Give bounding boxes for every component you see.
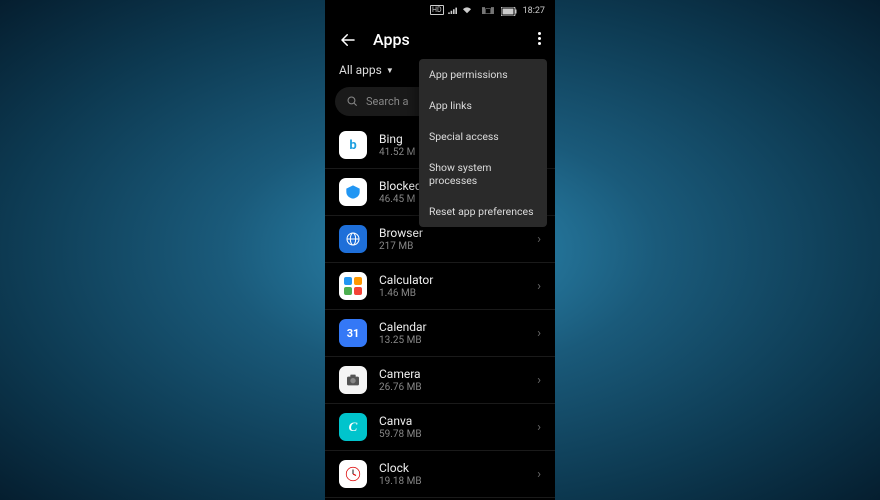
app-icon-canva: C [339, 413, 367, 441]
app-size: 26.76 MB [379, 382, 537, 393]
app-icon-camera [339, 366, 367, 394]
app-icon-calculator [339, 272, 367, 300]
signal-icon [448, 6, 458, 14]
overflow-menu: App permissions App links Special access… [419, 59, 547, 227]
phone-screen: HD ⫴□⫴ 18:27 Apps All apps ▼ Search a b … [325, 0, 555, 500]
back-button[interactable] [339, 31, 357, 49]
vibrate-icon: ⫴□⫴ [482, 6, 495, 17]
menu-app-permissions[interactable]: App permissions [419, 59, 547, 90]
menu-special-access[interactable]: Special access [419, 121, 547, 152]
menu-show-system-processes[interactable]: Show system processes [419, 152, 547, 196]
app-icon-blocked [339, 178, 367, 206]
app-name: Camera [379, 367, 537, 381]
app-size: 59.78 MB [379, 429, 537, 440]
chevron-right-icon: › [537, 420, 541, 435]
chevron-right-icon: › [537, 279, 541, 294]
app-header: Apps [325, 22, 555, 57]
app-row-calculator[interactable]: Calculator 1.46 MB › [325, 263, 555, 310]
app-name: Clock [379, 461, 537, 475]
battery-icon [501, 7, 517, 16]
app-icon-browser [339, 225, 367, 253]
app-row-calendar[interactable]: 31 Calendar 13.25 MB › [325, 310, 555, 357]
app-row-camera[interactable]: Camera 26.76 MB › [325, 357, 555, 404]
app-name: Browser [379, 226, 537, 240]
more-menu-button[interactable] [538, 32, 541, 45]
chevron-right-icon: › [537, 467, 541, 482]
app-icon-bing: b [339, 131, 367, 159]
app-size: 19.18 MB [379, 476, 537, 487]
app-name: Canva [379, 414, 537, 428]
app-row-canva[interactable]: C Canva 59.78 MB › [325, 404, 555, 451]
clock-time: 18:27 [523, 6, 545, 16]
menu-reset-app-preferences[interactable]: Reset app preferences [419, 196, 547, 227]
page-title: Apps [373, 30, 410, 49]
search-icon [347, 96, 358, 107]
search-placeholder: Search a [366, 95, 409, 108]
wifi-icon [462, 6, 472, 14]
chevron-right-icon: › [537, 232, 541, 247]
app-row-clock[interactable]: Clock 19.18 MB › [325, 451, 555, 498]
app-size: 1.46 MB [379, 288, 537, 299]
app-icon-calendar: 31 [339, 319, 367, 347]
filter-label: All apps [339, 63, 382, 77]
caret-down-icon: ▼ [386, 66, 394, 75]
app-icon-clock [339, 460, 367, 488]
hd-icon: HD [430, 5, 444, 15]
status-bar: HD ⫴□⫴ 18:27 [325, 0, 555, 22]
app-size: 13.25 MB [379, 335, 537, 346]
app-size: 217 MB [379, 241, 537, 252]
menu-app-links[interactable]: App links [419, 90, 547, 121]
chevron-right-icon: › [537, 373, 541, 388]
chevron-right-icon: › [537, 326, 541, 341]
app-name: Calculator [379, 273, 537, 287]
app-name: Calendar [379, 320, 537, 334]
